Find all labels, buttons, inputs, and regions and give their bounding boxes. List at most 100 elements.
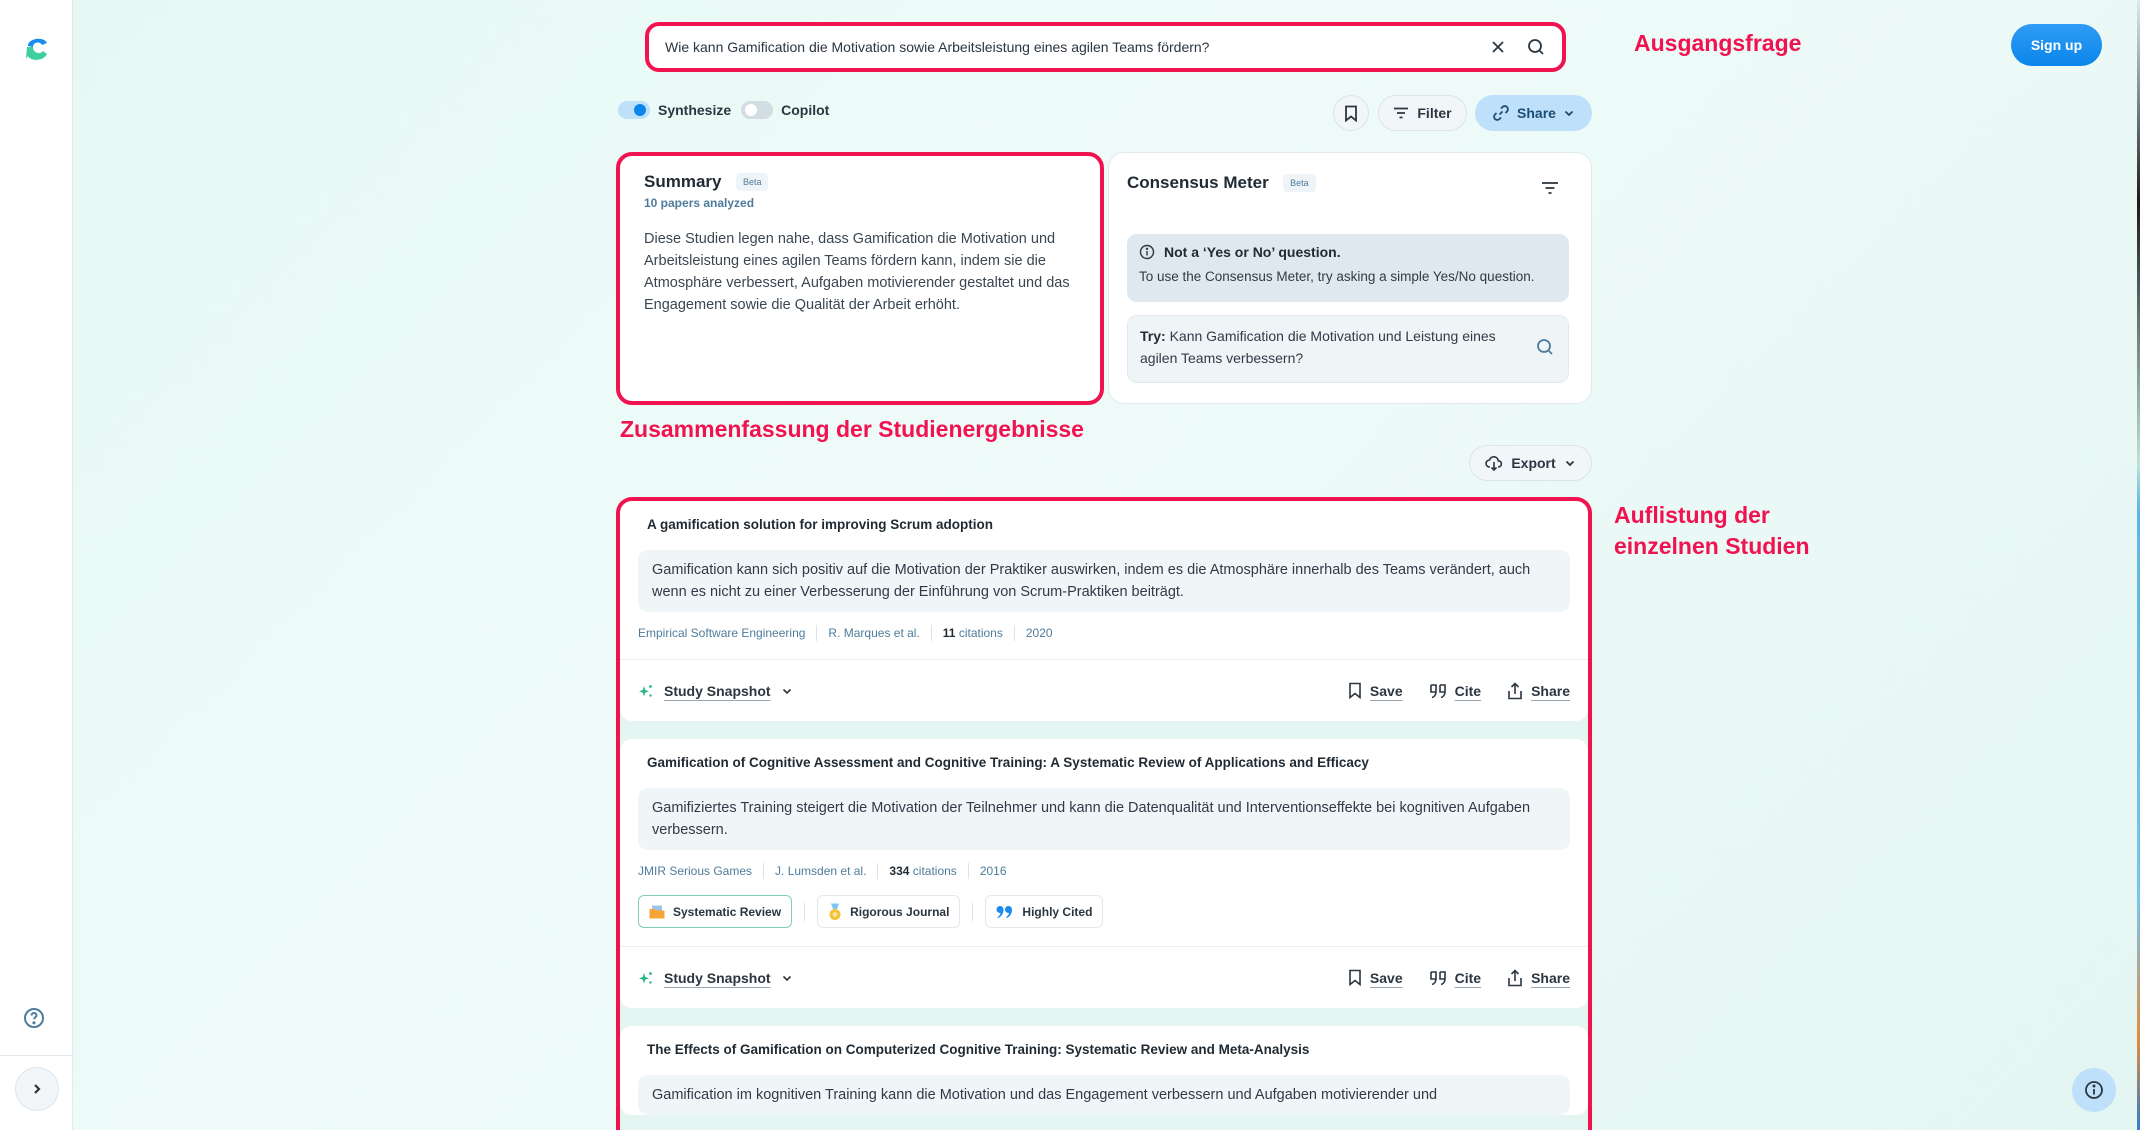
mode-toggles: Synthesize Copilot [618, 101, 839, 119]
annotation-summary: Zusammenfassung der Studienergebnisse [620, 416, 1084, 442]
sparkle-icon [639, 684, 652, 697]
paper-badges: Systematic Review Rigorous Journal Highl… [638, 895, 1570, 928]
cloud-download-icon [1485, 455, 1503, 472]
copilot-label: Copilot [781, 102, 830, 118]
quote-icon [1429, 683, 1446, 698]
try-suggestion[interactable]: Try: Kann Gamification die Motivation un… [1127, 315, 1569, 383]
paper-citations: 334 citations [878, 863, 969, 879]
summary-title: Summary [644, 172, 722, 191]
paper-journal[interactable]: JMIR Serious Games [638, 863, 765, 879]
notice-body: To use the Consensus Meter, try asking a… [1139, 269, 1535, 284]
papers-analyzed: 10 papers analyzed [644, 196, 755, 210]
consensus-logo-icon[interactable] [22, 34, 52, 64]
consensus-title: Consensus Meter [1127, 173, 1269, 192]
share-paper-button[interactable]: Share [1507, 681, 1570, 700]
close-icon [1492, 41, 1504, 53]
notice-title: Not a ‘Yes or No’ question. [1164, 244, 1341, 260]
expand-sidebar-button[interactable] [15, 1067, 59, 1111]
badge-highly-cited[interactable]: Highly Cited [985, 895, 1104, 928]
info-button[interactable] [2072, 1068, 2116, 1112]
sidebar-divider [0, 1055, 73, 1056]
paper-authors: J. Lumsden et al. [764, 863, 879, 879]
study-snapshot-button[interactable]: Study Snapshot [638, 683, 793, 699]
filter-button[interactable]: Filter [1378, 95, 1467, 131]
signup-button[interactable]: Sign up [2011, 24, 2102, 66]
quote-icon [1429, 970, 1446, 985]
paper-citations: 11 citations [932, 625, 1015, 641]
search-bar [645, 22, 1566, 72]
search-input[interactable] [665, 39, 1472, 55]
chevron-down-icon [782, 688, 791, 694]
share-label: Share [1517, 105, 1556, 121]
save-paper-button[interactable]: Save [1348, 682, 1403, 699]
paper-year: 2020 [1025, 626, 1053, 640]
paper-year: 2016 [979, 864, 1007, 878]
study-snapshot-button[interactable]: Study Snapshot [638, 970, 793, 986]
search-button[interactable] [1524, 35, 1548, 59]
badge-divider [972, 902, 974, 921]
badge-divider [804, 902, 806, 921]
paper-actions: Study Snapshot Save Cite Share [620, 946, 1588, 1008]
paper-claim: Gamifiziertes Training steigert die Moti… [638, 788, 1570, 850]
consensus-filter-button[interactable] [1541, 181, 1561, 201]
synthesize-label: Synthesize [658, 102, 732, 118]
paper-actions: Study Snapshot Save Cite Share [620, 659, 1588, 721]
paper-title[interactable]: A gamification solution for improving Sc… [638, 517, 1570, 532]
annotation-question: Ausgangsfrage [1634, 30, 1802, 56]
export-button[interactable]: Export [1469, 445, 1592, 481]
chevron-right-icon [34, 1084, 41, 1094]
paper-authors: R. Marques et al. [817, 625, 932, 641]
try-text: Kann Gamification die Motivation und Lei… [1140, 328, 1496, 366]
paper-claim: Gamification kann sich positiv auf die M… [638, 550, 1570, 612]
paper-meta: Empirical Software Engineering R. Marque… [638, 625, 1570, 641]
bookmark-button[interactable] [1333, 95, 1369, 131]
help-icon[interactable] [22, 1006, 46, 1030]
info-icon [2085, 1081, 2103, 1099]
consensus-beta-badge: Beta [1283, 174, 1316, 192]
filter-icon [1542, 182, 1558, 194]
folder-icon [649, 905, 665, 918]
info-icon [1139, 244, 1155, 260]
not-yes-no-notice: Not a ‘Yes or No’ question. To use the C… [1127, 234, 1569, 302]
annotation-list: Auflistung der einzelnen Studien [1614, 502, 1810, 559]
export-label: Export [1511, 455, 1556, 471]
share-button[interactable]: Share [1475, 95, 1592, 131]
paper-card: Gamification of Cognitive Assessment and… [620, 739, 1588, 1008]
search-icon [1528, 39, 1544, 55]
cite-paper-button[interactable]: Cite [1429, 970, 1481, 986]
badge-systematic-review[interactable]: Systematic Review [638, 895, 793, 928]
filter-icon [1394, 107, 1409, 119]
summary-text: Diese Studien legen nahe, dass Gamificat… [644, 231, 1070, 313]
summary-beta-badge: Beta [735, 173, 769, 191]
link-icon [1493, 105, 1509, 121]
share-icon [1508, 681, 1522, 699]
sparkle-icon [639, 971, 652, 984]
save-paper-button[interactable]: Save [1348, 969, 1403, 986]
copilot-toggle[interactable] [741, 101, 774, 119]
paper-title[interactable]: The Effects of Gamification on Computeri… [638, 1042, 1570, 1057]
share-icon [1508, 968, 1522, 986]
badge-rigorous-journal[interactable]: Rigorous Journal [817, 895, 961, 928]
chevron-down-icon [1564, 110, 1574, 117]
share-paper-button[interactable]: Share [1507, 968, 1570, 987]
paper-meta: JMIR Serious Games J. Lumsden et al. 334… [638, 863, 1570, 879]
results-list: A gamification solution for improving Sc… [616, 497, 1592, 1130]
medal-icon [829, 903, 841, 920]
filter-label: Filter [1417, 105, 1452, 121]
cite-paper-button[interactable]: Cite [1429, 683, 1481, 699]
chevron-down-icon [1565, 460, 1574, 467]
bookmark-icon [1349, 682, 1361, 699]
sidebar [0, 0, 73, 1130]
summary-card: Summary Beta 10 papers analyzed Diese St… [616, 152, 1104, 405]
bookmark-icon [1349, 969, 1361, 986]
paper-card: The Effects of Gamification on Computeri… [620, 1026, 1588, 1115]
bookmark-icon [1345, 105, 1357, 122]
paper-claim: Gamification im kognitiven Training kann… [638, 1075, 1570, 1115]
paper-title[interactable]: Gamification of Cognitive Assessment and… [638, 755, 1570, 770]
synthesize-toggle[interactable] [618, 101, 650, 119]
chevron-down-icon [782, 975, 791, 981]
try-prefix: Try: [1140, 328, 1166, 344]
paper-card: A gamification solution for improving Sc… [620, 501, 1588, 721]
paper-journal[interactable]: Empirical Software Engineering [638, 625, 818, 641]
clear-search-button[interactable] [1486, 35, 1510, 59]
